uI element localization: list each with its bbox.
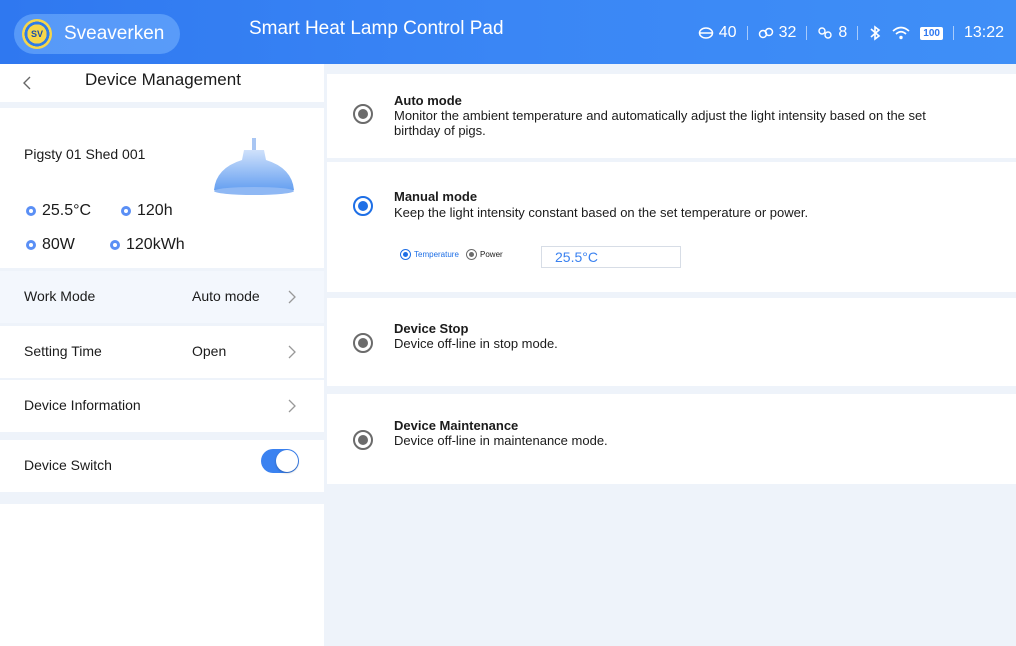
- auto-mode-card[interactable]: Auto mode Monitor the ambient temperatur…: [327, 74, 1016, 158]
- status-bar: 40 32 8 100 13:22: [698, 24, 1004, 42]
- thermometer-icon: [26, 206, 36, 216]
- energy-icon: [110, 240, 120, 250]
- gateway-icon: [698, 27, 714, 39]
- link-count: 32: [778, 24, 797, 41]
- power-stat: 80W: [26, 236, 75, 254]
- device-maintenance-radio[interactable]: [353, 430, 373, 450]
- temperature-option[interactable]: Temperature: [400, 249, 459, 260]
- device-switch-label: Device Switch: [24, 457, 112, 473]
- brand-name: Sveaverken: [64, 23, 165, 44]
- logo-icon: SV: [22, 19, 52, 49]
- device-switch-row: Device Switch: [0, 440, 324, 492]
- temperature-stat: 25.5°C: [26, 202, 91, 220]
- logo-text: SV: [30, 29, 43, 39]
- temperature-option-label: Temperature: [414, 250, 459, 259]
- device-stop-title: Device Stop: [394, 321, 469, 336]
- work-mode-value: Auto mode: [192, 288, 260, 304]
- energy-stat: 120kWh: [110, 236, 185, 254]
- group-count: 8: [838, 24, 848, 41]
- hours-value: 120h: [137, 202, 173, 219]
- sidebar-title: Device Management: [85, 70, 241, 89]
- chevron-right-icon: [288, 345, 296, 359]
- chevron-right-icon: [288, 290, 296, 304]
- divider: [746, 26, 748, 40]
- device-card: Pigsty 01 Shed 001 25.5°C 120h 80W 120kW…: [0, 108, 324, 268]
- power-option[interactable]: Power: [466, 249, 503, 260]
- device-stop-card[interactable]: Device Stop Device off-line in stop mode…: [327, 298, 1016, 386]
- device-name: Pigsty 01 Shed 001: [24, 146, 146, 162]
- setting-time-row[interactable]: Setting Time Open: [0, 326, 324, 378]
- mode-panel: Auto mode Monitor the ambient temperatur…: [327, 64, 1016, 646]
- device-stop-radio[interactable]: [353, 333, 373, 353]
- manual-mode-title: Manual mode: [394, 189, 478, 204]
- device-maintenance-title: Device Maintenance: [394, 418, 519, 433]
- work-mode-label: Work Mode: [24, 288, 96, 304]
- app-header: SV Sveaverken Smart Heat Lamp Control Pa…: [0, 0, 1016, 64]
- divider: [952, 26, 954, 40]
- setting-time-value: Open: [192, 343, 227, 359]
- toggle-knob: [276, 450, 298, 472]
- link-status: 32: [758, 24, 797, 42]
- bluetooth-icon[interactable]: [868, 25, 882, 41]
- energy-value: 120kWh: [126, 236, 185, 253]
- brand-logo[interactable]: SV Sveaverken: [14, 14, 180, 54]
- device-stop-desc: Device off-line in stop mode.: [394, 336, 558, 351]
- sidebar: Device Management Pigsty 01 Shed 001 25.…: [0, 64, 324, 646]
- gateway-count: 40: [718, 24, 737, 41]
- divider: [806, 26, 808, 40]
- manual-mode-card[interactable]: Manual mode Keep the light intensity con…: [327, 162, 1016, 292]
- device-maintenance-desc: Device off-line in maintenance mode.: [394, 433, 608, 448]
- auto-mode-radio[interactable]: [353, 104, 373, 124]
- temperature-value: 25.5°C: [42, 202, 92, 219]
- manual-mode-desc: Keep the light intensity constant based …: [394, 205, 809, 220]
- sidebar-topbar: Device Management: [0, 64, 324, 102]
- divider: [857, 26, 859, 40]
- auto-mode-desc: Monitor the ambient temperature and auto…: [394, 108, 926, 138]
- setting-time-label: Setting Time: [24, 343, 102, 359]
- back-icon[interactable]: [22, 75, 32, 91]
- auto-mode-title: Auto mode: [394, 93, 462, 108]
- group-icon: [818, 27, 833, 39]
- chevron-right-icon: [288, 399, 296, 413]
- power-icon: [26, 240, 36, 250]
- group-status: 8: [817, 24, 847, 42]
- device-information-row[interactable]: Device Information: [0, 380, 324, 432]
- manual-mode-radio[interactable]: [353, 196, 373, 216]
- sidebar-empty-area: [0, 504, 324, 646]
- link-icon: [758, 27, 773, 39]
- wifi-icon[interactable]: [892, 26, 910, 40]
- power-option-label: Power: [480, 250, 503, 259]
- device-information-label: Device Information: [24, 397, 141, 413]
- work-mode-row[interactable]: Work Mode Auto mode: [0, 271, 324, 323]
- power-value: 80W: [42, 236, 75, 253]
- power-radio[interactable]: [466, 249, 477, 260]
- clock-icon: [121, 206, 131, 216]
- hours-stat: 120h: [121, 202, 173, 220]
- temperature-radio[interactable]: [400, 249, 411, 260]
- device-maintenance-card[interactable]: Device Maintenance Device off-line in ma…: [327, 394, 1016, 484]
- gateway-status: 40: [698, 24, 737, 42]
- heat-lamp-icon: [214, 138, 294, 195]
- battery-icon: 100: [920, 26, 943, 40]
- clock: 13:22: [963, 24, 1004, 41]
- setpoint-input[interactable]: 25.5°C: [541, 246, 681, 268]
- device-switch-toggle[interactable]: [261, 449, 299, 473]
- app-title: Smart Heat Lamp Control Pad: [249, 18, 504, 39]
